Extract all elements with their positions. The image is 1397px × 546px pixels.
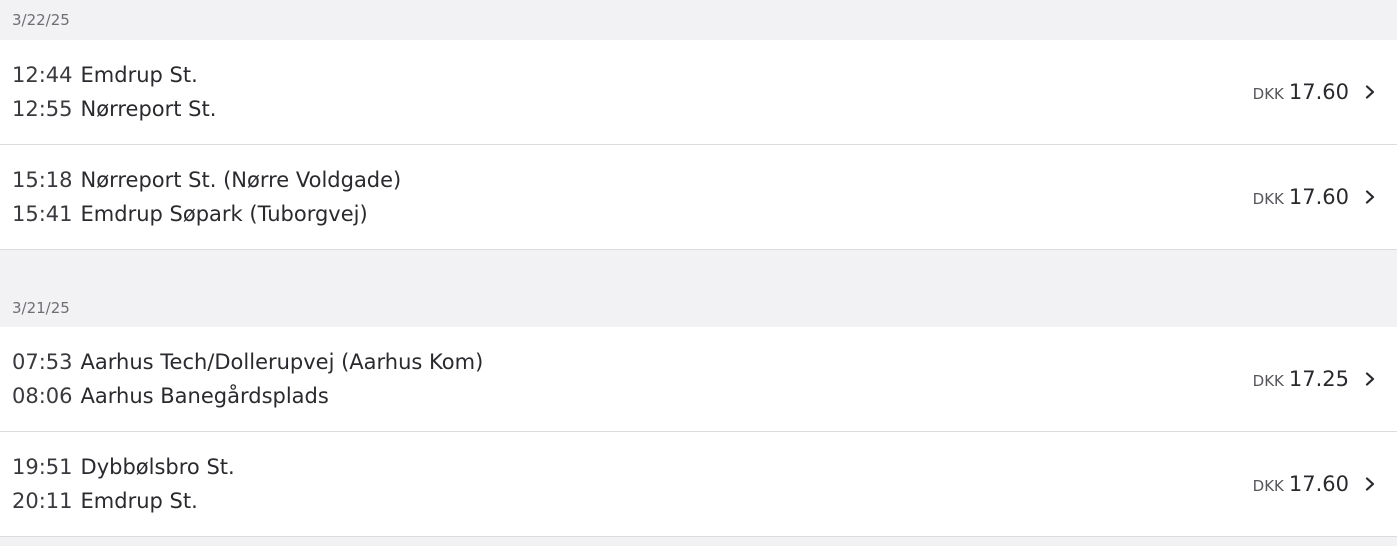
chevron-right-icon[interactable] — [1363, 372, 1377, 386]
arrival-line: 15:41 Emdrup Søpark (Tuborgvej) — [12, 201, 401, 227]
arrival-time: 20:11 — [12, 489, 73, 513]
price-amount: 17.60 — [1288, 80, 1349, 104]
trip-stops: 12:44 Emdrup St. 12:55 Nørreport St. — [12, 62, 216, 122]
date-header: 3/21/25 — [0, 250, 1397, 327]
departure-stop: Aarhus Tech/Dollerupvej (Aarhus Kom) — [80, 350, 484, 374]
arrival-line: 08:06 Aarhus Banegårdsplads — [12, 383, 483, 409]
price-amount: 17.25 — [1288, 367, 1349, 391]
date-label: 3/22/25 — [12, 11, 70, 29]
chevron-right-icon[interactable] — [1363, 477, 1377, 491]
arrival-time: 12:55 — [12, 97, 73, 121]
departure-time: 12:44 — [12, 63, 73, 87]
date-header: 3/22/25 — [0, 0, 1397, 40]
arrival-stop: Emdrup St. — [80, 489, 198, 513]
currency-label: DKK — [1252, 85, 1284, 103]
departure-line: 19:51 Dybbølsbro St. — [12, 454, 235, 480]
arrival-line: 20:11 Emdrup St. — [12, 488, 235, 514]
arrival-time: 15:41 — [12, 202, 73, 226]
trip-price: DKK 17.25 — [1253, 367, 1377, 391]
arrival-line: 12:55 Nørreport St. — [12, 96, 216, 122]
trip-stops: 15:18 Nørreport St. (Nørre Voldgade) 15:4… — [12, 167, 401, 227]
departure-line: 07:53 Aarhus Tech/Dollerupvej (Aarhus Kom… — [12, 349, 483, 375]
trip-row[interactable]: 15:18 Nørreport St. (Nørre Voldgade) 15:4… — [0, 145, 1397, 250]
trip-history-list: 3/22/25 12:44 Emdrup St. 12:55 Nørreport S… — [0, 0, 1397, 537]
departure-stop: Dybbølsbro St. — [80, 455, 235, 479]
arrival-stop: Aarhus Banegårdsplads — [80, 384, 329, 408]
arrival-time: 08:06 — [12, 384, 73, 408]
departure-stop: Nørreport St. (Nørre Voldgade) — [80, 168, 402, 192]
trip-row[interactable]: 07:53 Aarhus Tech/Dollerupvej (Aarhus Kom… — [0, 327, 1397, 432]
currency-label: DKK — [1252, 477, 1284, 495]
trip-price: DKK 17.60 — [1253, 185, 1377, 209]
trip-row[interactable]: 12:44 Emdrup St. 12:55 Nørreport St. DKK 1… — [0, 40, 1397, 145]
departure-stop: Emdrup St. — [80, 63, 198, 87]
currency-label: DKK — [1252, 372, 1284, 390]
trip-stops: 07:53 Aarhus Tech/Dollerupvej (Aarhus Kom… — [12, 349, 483, 409]
trip-price: DKK 17.60 — [1253, 472, 1377, 496]
arrival-stop: Emdrup Søpark (Tuborgvej) — [80, 202, 368, 226]
chevron-right-icon[interactable] — [1363, 85, 1377, 99]
departure-time: 15:18 — [12, 168, 73, 192]
date-label: 3/21/25 — [12, 299, 70, 317]
trip-stops: 19:51 Dybbølsbro St. 20:11 Emdrup St. — [12, 454, 235, 514]
price-amount: 17.60 — [1288, 472, 1349, 496]
departure-line: 15:18 Nørreport St. (Nørre Voldgade) — [12, 167, 401, 193]
departure-time: 19:51 — [12, 455, 73, 479]
arrival-stop: Nørreport St. — [80, 97, 217, 121]
trip-price: DKK 17.60 — [1253, 80, 1377, 104]
currency-label: DKK — [1252, 190, 1284, 208]
trip-row[interactable]: 19:51 Dybbølsbro St. 20:11 Emdrup St. DKK … — [0, 432, 1397, 537]
price-amount: 17.60 — [1288, 185, 1349, 209]
departure-time: 07:53 — [12, 350, 73, 374]
chevron-right-icon[interactable] — [1363, 190, 1377, 204]
departure-line: 12:44 Emdrup St. — [12, 62, 216, 88]
